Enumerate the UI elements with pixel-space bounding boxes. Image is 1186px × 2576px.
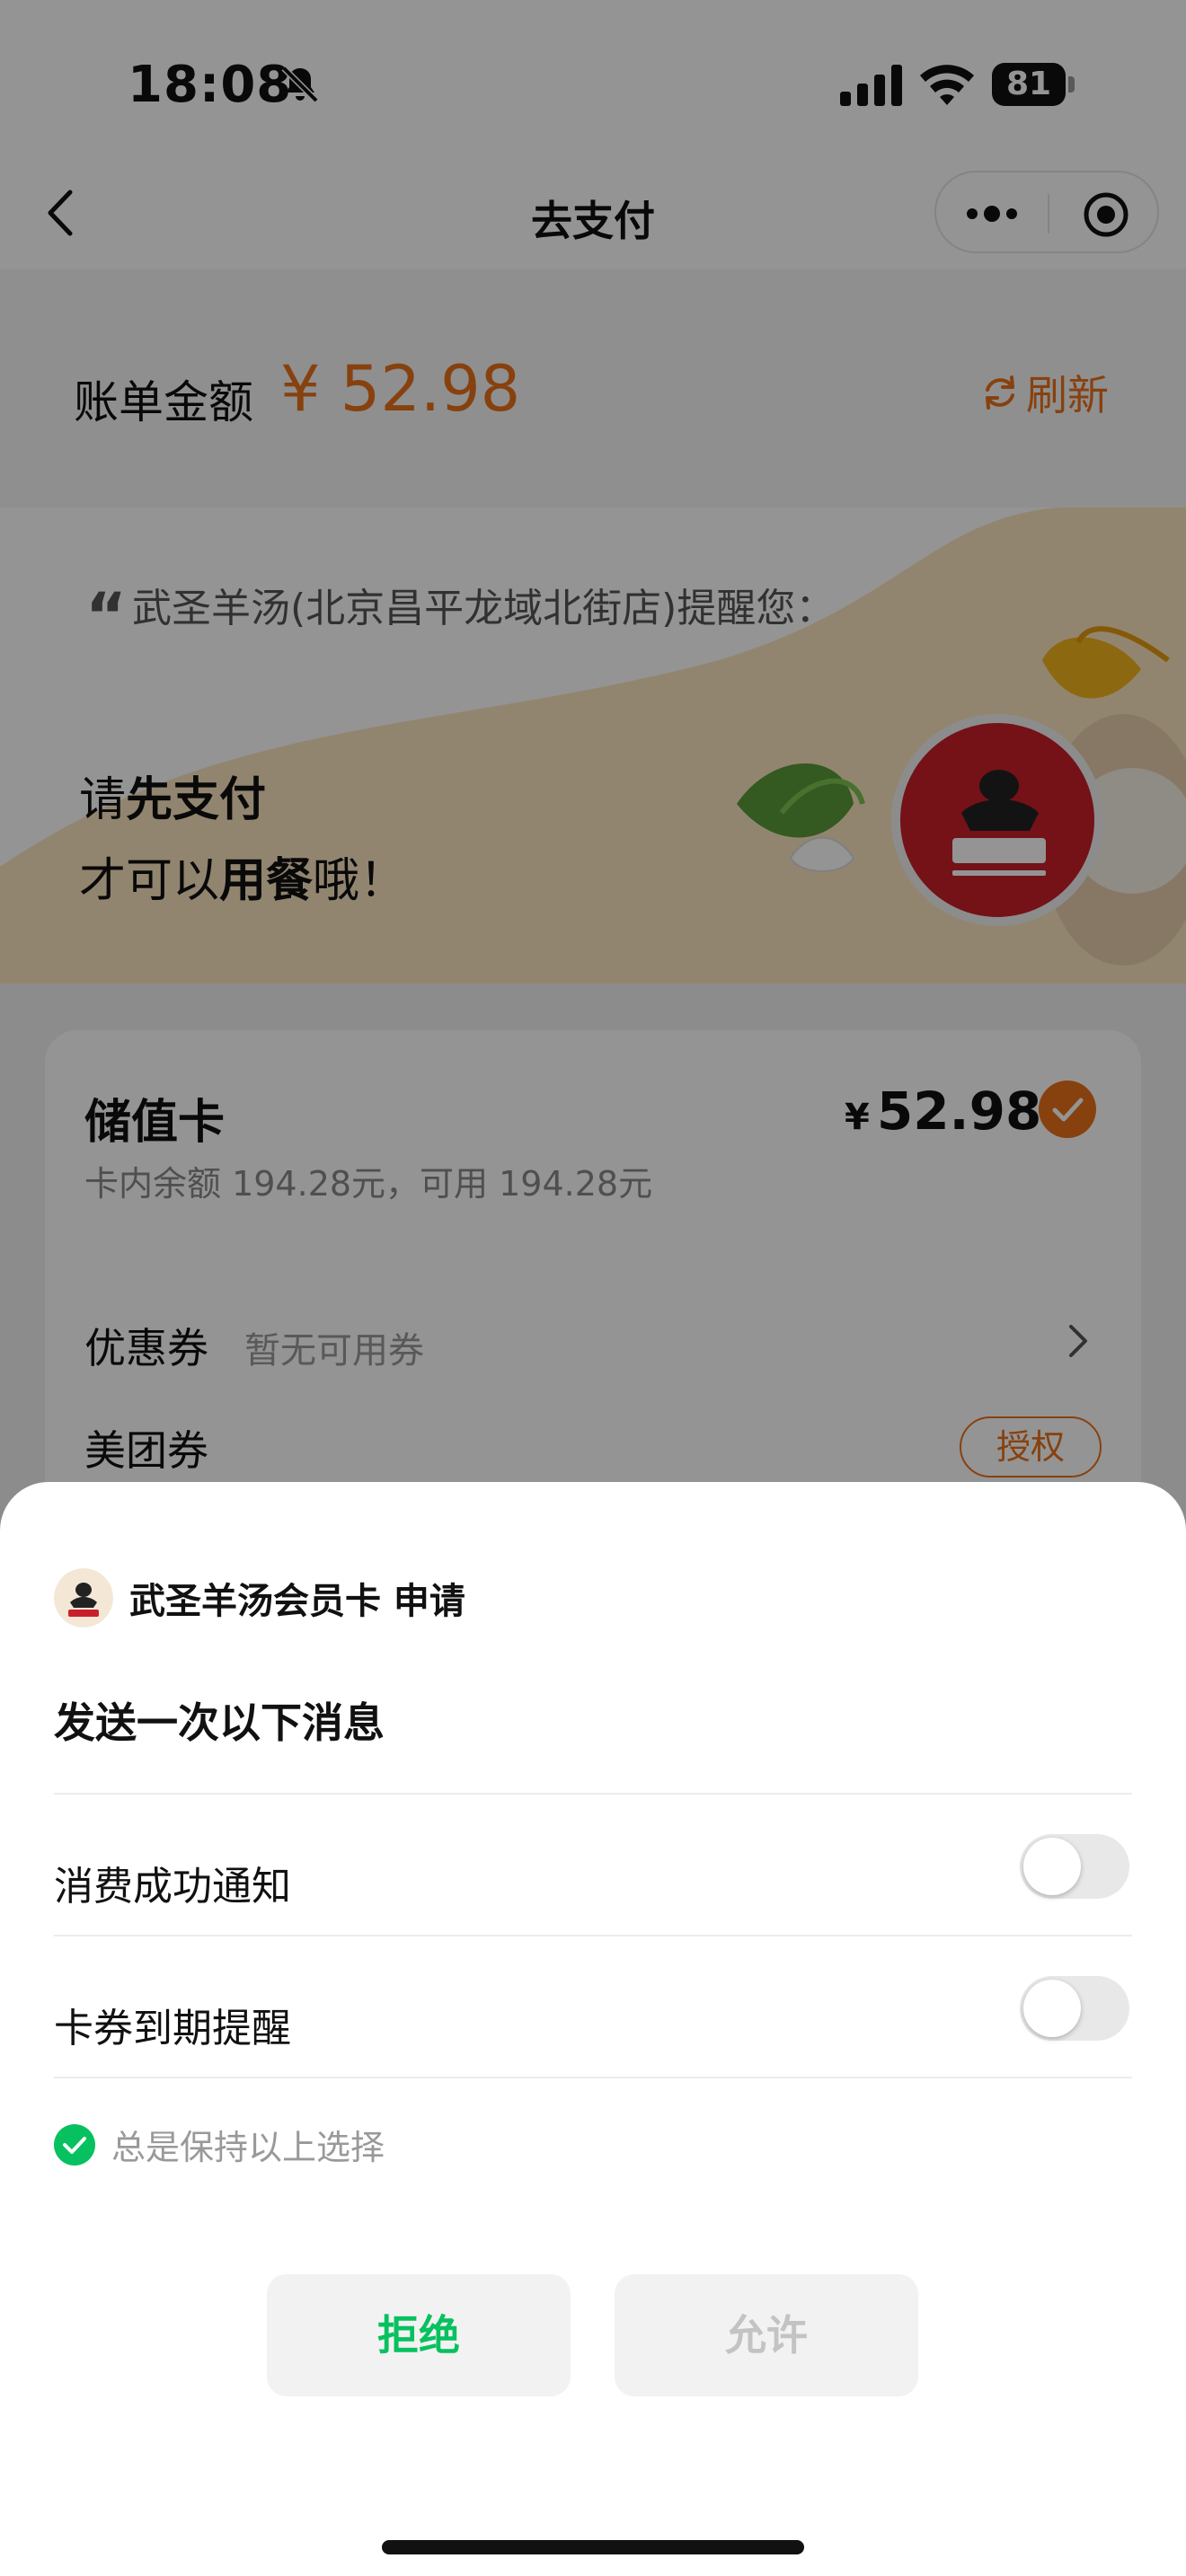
permission-label-coupon-expiry: 卡券到期提醒: [54, 2006, 291, 2051]
allow-button[interactable]: 允许: [615, 2274, 918, 2396]
divider: [54, 1935, 1132, 1936]
sheet-app-name: 武圣羊汤会员卡 申请: [129, 1581, 465, 1622]
toggle-knob: [1023, 1838, 1081, 1895]
sheet-header: 武圣羊汤会员卡 申请: [54, 1568, 465, 1628]
sheet-title: 发送一次以下消息: [54, 1698, 385, 1747]
toggle-consumption-success[interactable]: [1020, 1834, 1129, 1899]
reject-button[interactable]: 拒绝: [267, 2274, 571, 2396]
permission-label-consumption-success: 消费成功通知: [54, 1864, 291, 1910]
home-indicator: [382, 2540, 804, 2554]
divider: [54, 1793, 1132, 1795]
green-check-icon: [54, 2123, 95, 2166]
keep-selection-text: 总是保持以上选择: [111, 2128, 385, 2167]
keep-selection-option[interactable]: 总是保持以上选择: [54, 2120, 385, 2169]
divider: [54, 2077, 1132, 2078]
subscribe-message-sheet: 武圣羊汤会员卡 申请 发送一次以下消息 消费成功通知 卡券到期提醒 总是保持以上…: [0, 1482, 1186, 2576]
toggle-coupon-expiry[interactable]: [1020, 1976, 1129, 2041]
app-avatar: [54, 1568, 113, 1628]
toggle-knob: [1023, 1980, 1081, 2037]
